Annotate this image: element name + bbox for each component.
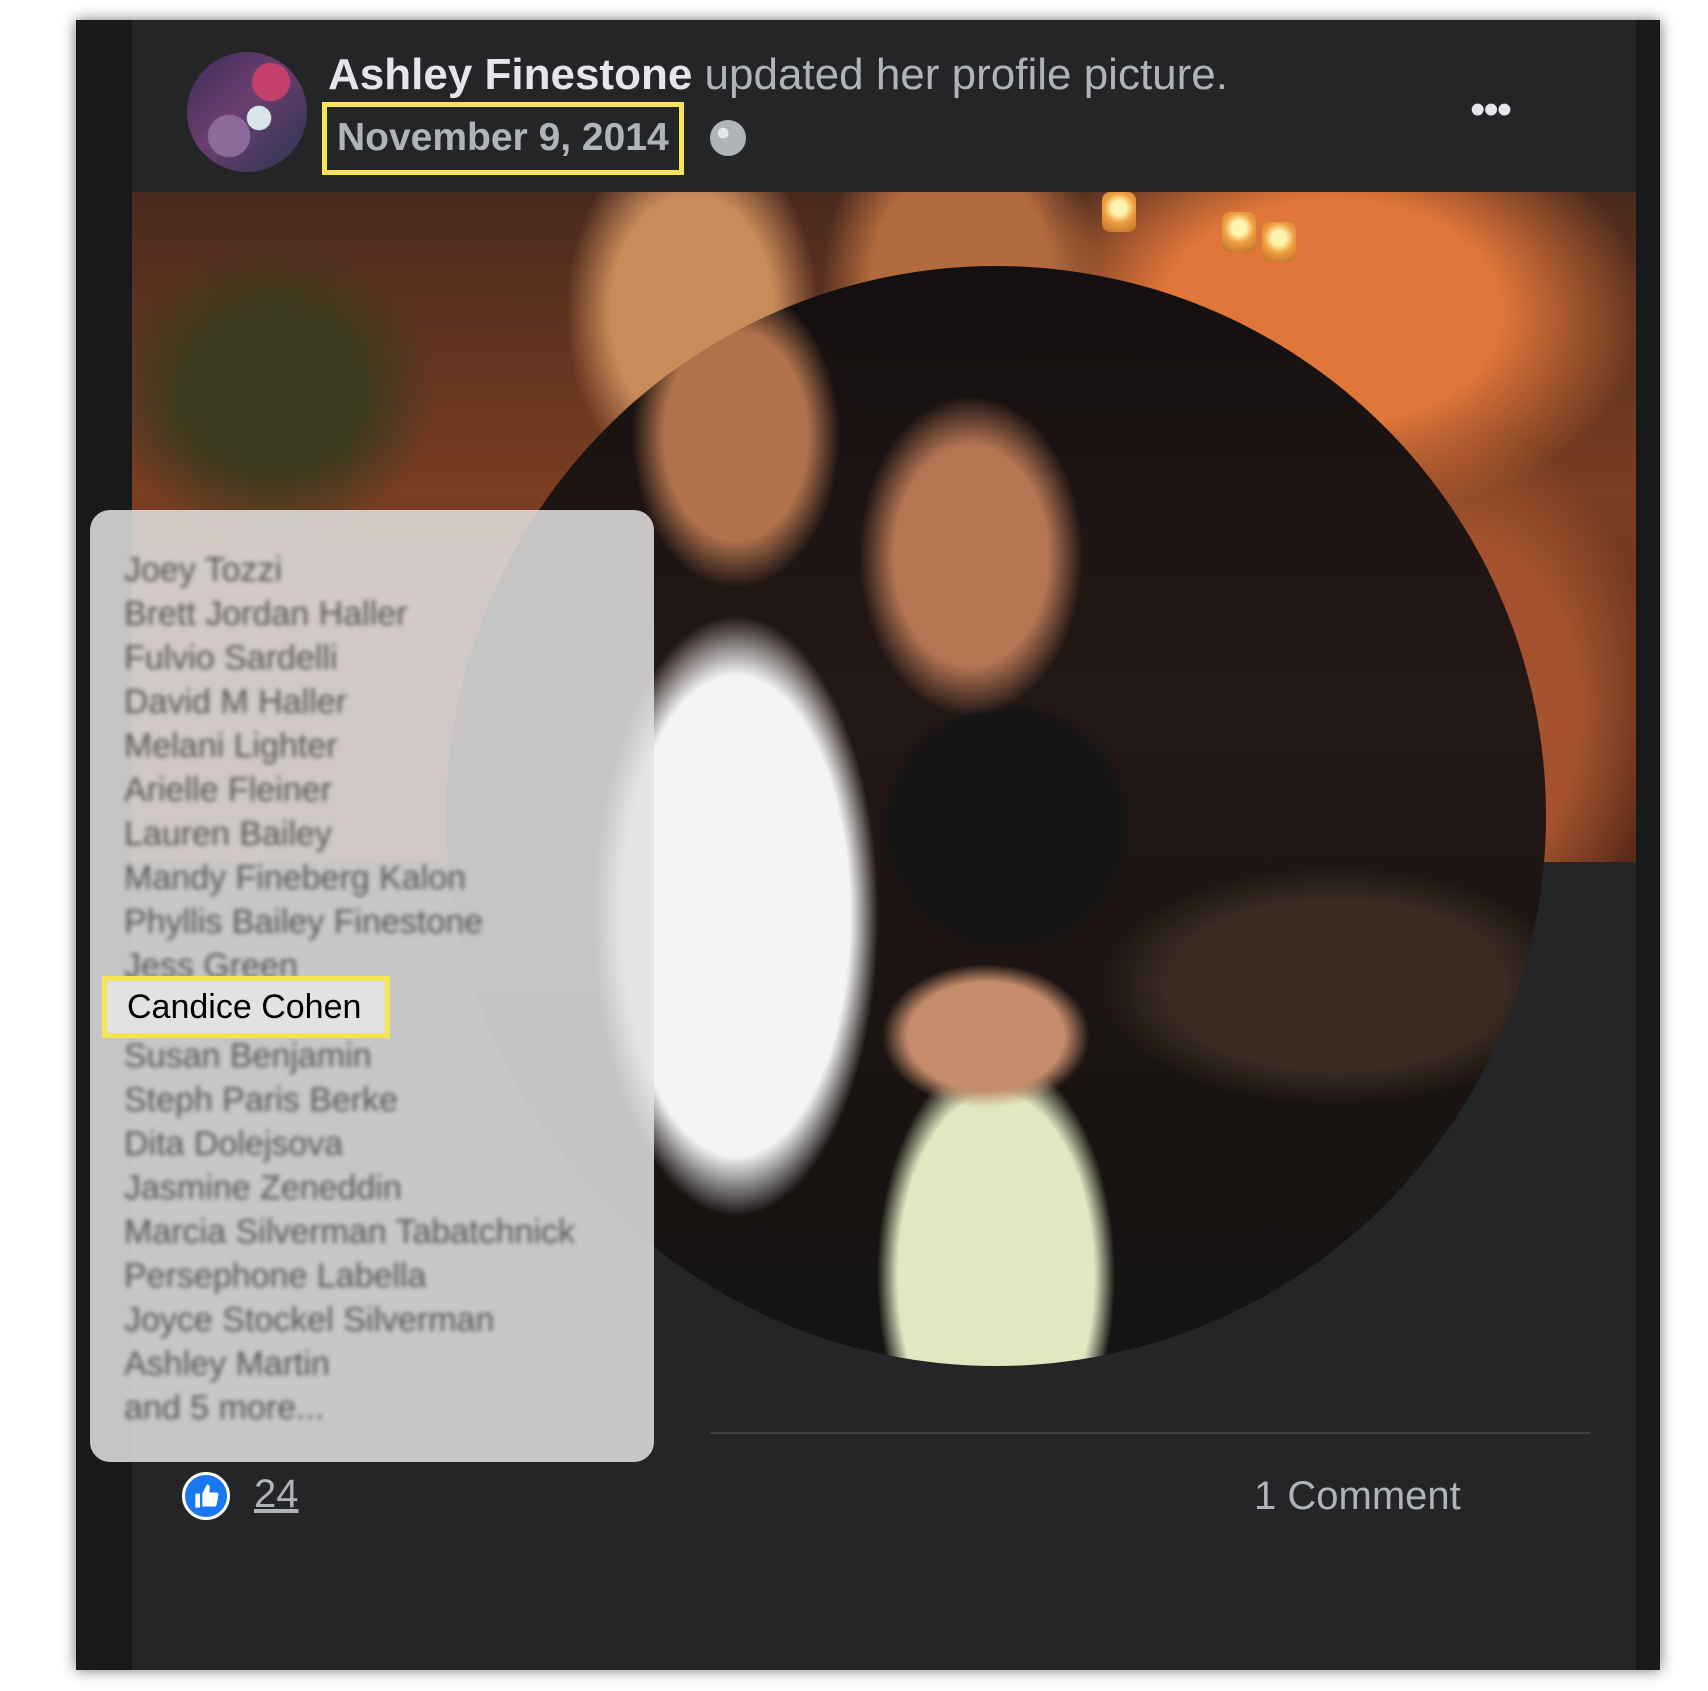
author-avatar[interactable] xyxy=(187,52,307,172)
tagged-person[interactable]: Persephone Labella xyxy=(124,1256,426,1296)
more-tagged-link[interactable]: and 5 more... xyxy=(124,1388,324,1428)
tagged-person[interactable]: Joyce Stockel Silverman xyxy=(124,1300,494,1340)
tagged-person[interactable]: David M Haller xyxy=(124,682,347,722)
post-date-link[interactable]: November 9, 2014 xyxy=(322,102,684,175)
tagged-person[interactable]: Marcia Silverman Tabatchnick xyxy=(124,1212,575,1252)
tagged-person[interactable]: Dita Dolejsova xyxy=(124,1124,343,1164)
tagged-person[interactable]: Steph Paris Berke xyxy=(124,1080,398,1120)
more-options-icon[interactable]: ••• xyxy=(1470,88,1512,132)
tagged-person[interactable]: Susan Benjamin xyxy=(124,1036,372,1076)
tagged-person[interactable]: Brett Jordan Haller xyxy=(124,594,407,634)
globe-icon xyxy=(710,120,746,156)
author-name-link[interactable]: Ashley Finestone xyxy=(328,50,692,99)
tagged-person[interactable]: Jasmine Zeneddin xyxy=(124,1168,402,1208)
post-header: Ashley Finestone updated her profile pic… xyxy=(328,50,1228,101)
tagged-person[interactable]: Lauren Bailey xyxy=(124,814,332,854)
tagged-person-highlighted[interactable]: Candice Cohen xyxy=(102,976,391,1038)
tagged-person[interactable]: Ashley Martin xyxy=(124,1344,330,1384)
tagged-person[interactable]: Arielle Fleiner xyxy=(124,770,332,810)
facebook-post: Ashley Finestone updated her profile pic… xyxy=(76,20,1660,1670)
tagged-person[interactable]: Mandy Fineberg Kalon xyxy=(124,858,466,898)
tagged-person[interactable]: Melani Lighter xyxy=(124,726,338,766)
footer-divider xyxy=(710,1432,1590,1434)
post-action-text: updated her profile picture. xyxy=(704,50,1228,99)
candle-light xyxy=(1222,212,1256,252)
comment-count-link[interactable]: 1 Comment xyxy=(1254,1474,1461,1519)
like-count[interactable]: 24 xyxy=(254,1472,299,1517)
tagged-person[interactable]: Fulvio Sardelli xyxy=(124,638,338,678)
candle-light xyxy=(1262,222,1296,262)
tagged-person[interactable]: Joey Tozzi xyxy=(124,550,282,590)
tagged-person[interactable]: Phyllis Bailey Finestone xyxy=(124,902,483,942)
thumbs-up-icon[interactable] xyxy=(182,1472,230,1520)
tagged-people-tooltip: Joey Tozzi Brett Jordan Haller Fulvio Sa… xyxy=(90,510,654,1462)
candle-light xyxy=(1102,192,1136,232)
